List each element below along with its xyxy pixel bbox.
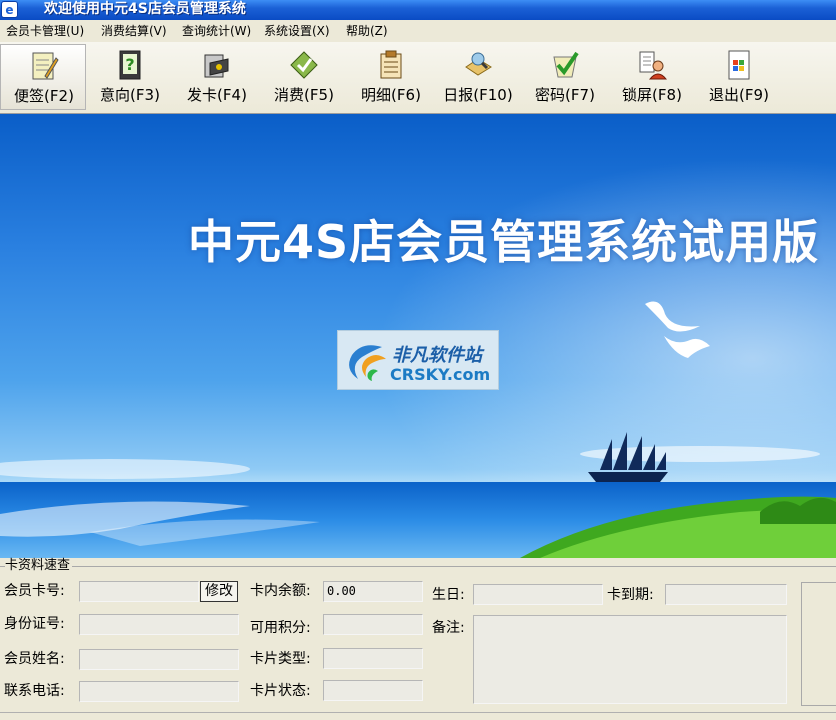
id-no-field[interactable] — [79, 614, 239, 635]
intention-label: 意向(F3) — [100, 86, 160, 104]
status-bar — [0, 712, 836, 720]
card-no-field[interactable] — [79, 581, 199, 602]
id-no-label: 身份证号: — [4, 616, 65, 632]
exit-button[interactable]: 退出(F9) — [696, 44, 782, 110]
logo-chinese-text: 非凡软件站 — [392, 345, 482, 366]
card-status-field[interactable] — [323, 680, 423, 701]
balance-field[interactable]: 0.00 — [323, 581, 423, 602]
daily-report-icon — [465, 52, 492, 76]
modify-button[interactable]: 修改 — [200, 581, 238, 602]
menu-settings[interactable]: 系统设置(X) — [264, 23, 330, 39]
password-button[interactable]: 密码(F7) — [522, 44, 608, 110]
points-label: 可用积分: — [250, 620, 311, 636]
menu-bar: 会员卡管理(U) 消费结算(V) 查询统计(W) 系统设置(X) 帮助(Z) — [0, 20, 836, 42]
menu-member-card[interactable]: 会员卡管理(U) — [6, 23, 84, 39]
card-type-field[interactable] — [323, 648, 423, 669]
phone-label: 联系电话: — [4, 683, 65, 699]
banner-headline: 中元4S店会员管理系统试用版 — [188, 215, 820, 269]
consume-label: 消费(F5) — [274, 86, 334, 104]
app-icon[interactable]: e — [1, 1, 18, 18]
exit-icon — [728, 50, 750, 80]
toolbar: 便签(F2) ? 意向(F3) 发卡(F4) 消费(F5) 明细(F6) 日报(… — [0, 42, 836, 114]
card-lookup-panel: 卡资料速查 会员卡号: 修改 身份证号: 会员姓名: 联系电话: 卡内余额: 0… — [0, 558, 836, 712]
swirl-logo-icon — [349, 345, 386, 381]
phone-field[interactable] — [79, 681, 239, 702]
expiry-label: 卡到期: — [607, 587, 654, 603]
issue-card-label: 发卡(F4) — [187, 86, 247, 104]
logo-english-text: CRSKY.com — [390, 365, 491, 384]
issue-card-button[interactable]: 发卡(F4) — [174, 44, 260, 110]
balance-label: 卡内余额: — [250, 583, 311, 599]
consume-button[interactable]: 消费(F5) — [261, 44, 347, 110]
photo-box — [801, 582, 836, 706]
detail-label: 明细(F6) — [361, 86, 421, 104]
lock-screen-icon — [639, 51, 667, 80]
password-icon — [553, 51, 579, 78]
card-no-label: 会员卡号: — [4, 583, 65, 599]
ledger-icon — [380, 50, 402, 79]
group-divider — [0, 566, 836, 567]
remark-field[interactable] — [473, 615, 787, 704]
member-name-label: 会员姓名: — [4, 651, 65, 667]
welcome-banner: 中元4S店会员管理系统试用版 非凡软件站 CRSKY.com — [0, 114, 836, 558]
daily-report-label: 日报(F10) — [443, 86, 513, 104]
card-type-label: 卡片类型: — [250, 651, 311, 667]
card-status-label: 卡片状态: — [250, 683, 311, 699]
consume-icon — [290, 51, 318, 79]
exit-label: 退出(F9) — [709, 86, 769, 104]
menu-statistics[interactable]: 查询统计(W) — [182, 23, 251, 39]
title-bar: e 欢迎使用中元4S店会员管理系统 — [0, 0, 836, 20]
birthday-field[interactable] — [473, 584, 603, 605]
lock-screen-button[interactable]: 锁屏(F8) — [609, 44, 695, 110]
intention-button[interactable]: ? 意向(F3) — [87, 44, 173, 110]
card-lookup-legend: 卡资料速查 — [5, 558, 73, 573]
site-logo: 非凡软件站 CRSKY.com — [337, 330, 499, 390]
expiry-field[interactable] — [665, 584, 787, 605]
birthday-label: 生日: — [432, 587, 465, 603]
help-book-icon: ? — [119, 50, 141, 80]
remark-label: 备注: — [432, 620, 465, 636]
notes-button[interactable]: 便签(F2) — [0, 44, 86, 110]
card-issue-icon — [204, 54, 229, 78]
detail-button[interactable]: 明细(F6) — [348, 44, 434, 110]
lock-screen-label: 锁屏(F8) — [622, 86, 682, 104]
menu-help[interactable]: 帮助(Z) — [346, 23, 388, 39]
member-name-field[interactable] — [79, 649, 239, 670]
menu-settlement[interactable]: 消费结算(V) — [101, 23, 167, 39]
window-title: 欢迎使用中元4S店会员管理系统 — [44, 1, 246, 17]
password-label: 密码(F7) — [535, 86, 595, 104]
points-field[interactable] — [323, 614, 423, 635]
svg-text:?: ? — [125, 55, 134, 74]
notepad-icon — [32, 52, 59, 80]
notes-label: 便签(F2) — [14, 87, 74, 105]
daily-report-button[interactable]: 日报(F10) — [435, 44, 521, 110]
